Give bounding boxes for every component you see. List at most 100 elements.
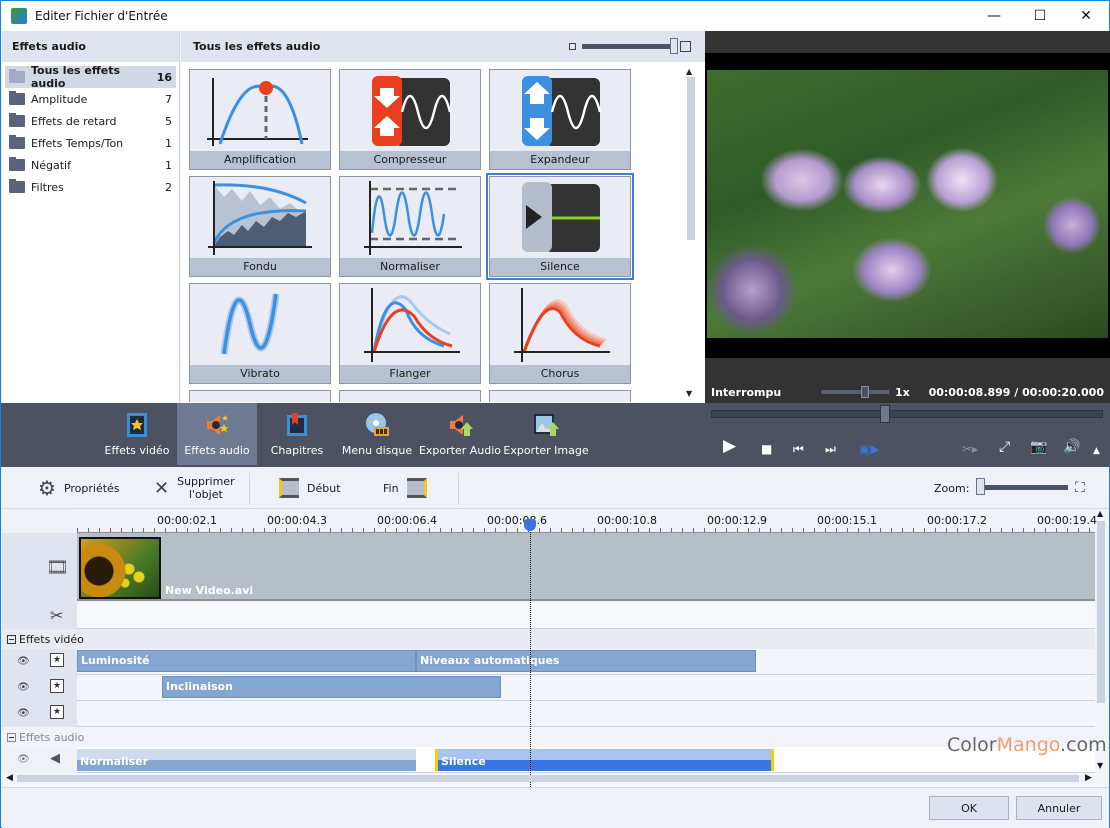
effect-tile-partial[interactable] (189, 390, 331, 402)
video-effect-track (77, 701, 1095, 727)
tile-size-thumb[interactable] (670, 38, 678, 54)
effect-tile-amplification[interactable]: Amplification (189, 69, 331, 170)
tile-size-slider[interactable] (569, 38, 691, 54)
effect-tile-vibrato[interactable]: Vibrato (189, 283, 331, 384)
snapshot-icon[interactable]: 📷 (1030, 440, 1047, 454)
effect-tile-flanger[interactable]: Flanger (339, 283, 481, 384)
category-amplitude[interactable]: Amplitude 7 (5, 88, 176, 110)
small-size-icon (569, 43, 576, 50)
effect-tile-expander[interactable]: Expandeur (489, 69, 631, 170)
eye-icon[interactable]: 👁 (17, 656, 33, 667)
speed-slider-thumb[interactable] (861, 386, 869, 398)
watermark-part: Mango (996, 734, 1061, 756)
ok-button[interactable]: OK (929, 796, 1009, 820)
category-label: Effets de retard (31, 114, 117, 128)
category-negative[interactable]: Négatif 1 (5, 154, 176, 176)
cancel-button[interactable]: Annuler (1016, 796, 1102, 820)
category-label: Filtres (31, 180, 64, 194)
effect-bar-tilt[interactable]: Inclinaison (162, 676, 501, 698)
seek-bar[interactable] (711, 405, 1103, 423)
scroll-right-icon[interactable]: ▶ (1085, 773, 1092, 783)
tab-export-audio[interactable]: Exporter Audio (417, 403, 503, 465)
delete-object-button[interactable]: ✕ Supprimer l'objet (154, 467, 235, 509)
effect-tile-partial[interactable] (489, 390, 631, 402)
export-image-icon (534, 414, 559, 436)
effect-tile-normalize[interactable]: Normaliser (339, 176, 481, 277)
watermark-part: Color (947, 734, 997, 756)
categories-panel: Effets audio Tous les effets audio 16 Am… (2, 31, 180, 403)
tile-size-track[interactable] (582, 38, 678, 54)
category-delay-effects[interactable]: Effets de retard 5 (5, 110, 176, 132)
fullscreen-icon[interactable]: ⤢ (999, 440, 1010, 454)
folder-icon (9, 91, 25, 105)
timeline: 00:00:02.1 00:00:04.3 00:00:06.4 00:00:0… (2, 509, 1109, 787)
volume-icon[interactable]: 🔊 (1063, 440, 1080, 454)
cut-play-icon[interactable]: ✂▸ (962, 442, 978, 456)
tab-audio-effects[interactable]: Effets audio (177, 403, 257, 465)
fit-timeline-icon[interactable]: ⛶ (1075, 480, 1085, 496)
effects-scroll-thumb[interactable] (687, 77, 695, 240)
seek-thumb[interactable] (880, 405, 890, 423)
scroll-up-icon[interactable]: ▲ (1097, 509, 1103, 518)
scroll-up-icon[interactable]: ▲ (686, 67, 692, 76)
effect-tile-chorus[interactable]: Chorus (489, 283, 631, 384)
scroll-down-icon[interactable]: ▼ (1097, 761, 1103, 770)
effect-bar-normalize[interactable]: Normaliser (77, 749, 416, 771)
tab-disc-menu[interactable]: Menu disque (337, 403, 417, 465)
speed-slider[interactable] (821, 386, 889, 398)
effect-tile-partial[interactable] (339, 390, 481, 402)
maximize-button[interactable]: ☐ (1017, 1, 1063, 31)
vibrato-icon (220, 293, 280, 355)
category-all-audio-effects[interactable]: Tous les effets audio 16 (5, 64, 176, 90)
effect-tile-fade[interactable]: Fondu (189, 176, 331, 277)
video-effects-group-header[interactable]: Effets vidéo (2, 629, 1095, 649)
next-frame-icon[interactable]: ⏭ (825, 442, 836, 456)
timeline-horizontal-scrollbar[interactable] (17, 775, 1079, 782)
time-display: 00:00:08.899 / 00:00:20.000 (928, 385, 1104, 399)
effect-label: Expandeur (490, 151, 630, 169)
scroll-down-icon[interactable]: ▼ (686, 389, 692, 398)
timeline-ruler[interactable]: 00:00:02.1 00:00:04.3 00:00:06.4 00:00:0… (77, 509, 1097, 533)
zoom-slider-thumb[interactable] (976, 478, 985, 495)
tab-chapters[interactable]: Chapitres (257, 403, 337, 465)
properties-button[interactable]: ⚙ Propriétés (38, 467, 120, 509)
effects-scrollbar[interactable]: ▲ ▼ (686, 67, 695, 398)
play-icon[interactable]: ▶ (723, 438, 736, 455)
eye-icon[interactable]: 👁 (17, 754, 33, 765)
eye-icon[interactable]: 👁 (17, 682, 33, 693)
start-marker-icon (279, 478, 299, 498)
end-marker-icon (406, 478, 427, 498)
category-filters[interactable]: Filtres 2 (5, 176, 176, 198)
close-button[interactable]: ✕ (1063, 1, 1109, 31)
clip-thumbnail (79, 537, 161, 599)
effect-bar-brightness[interactable]: Luminosité (77, 650, 416, 672)
tab-export-image[interactable]: Exporter Image (503, 403, 589, 465)
normalize-icon (364, 181, 462, 255)
ruler-label: 00:00:19.4 (1037, 514, 1097, 527)
scroll-left-icon[interactable]: ◀ (6, 773, 13, 783)
minimize-button[interactable]: — (971, 1, 1017, 31)
set-end-button[interactable]: Fin (383, 467, 427, 509)
ruler-label: 00:00:06.4 (377, 514, 437, 527)
audio-effects-group-header[interactable]: Effets audio (2, 727, 1095, 747)
category-tempo-pitch[interactable]: Effets Temps/Ton 1 (5, 132, 176, 154)
cut-track[interactable] (77, 603, 1095, 629)
play-selection-icon[interactable]: ▣▶ (859, 442, 880, 456)
effect-tile-silence[interactable]: Silence (486, 173, 634, 280)
tab-video-effects[interactable]: Effets vidéo (97, 403, 177, 465)
set-start-button[interactable]: Début (279, 467, 341, 509)
stop-icon[interactable]: ■ (761, 442, 772, 456)
video-clip[interactable]: New Video.avi (77, 533, 1095, 601)
more-options-icon[interactable]: ▲ (1093, 444, 1100, 458)
timeline-vscroll-thumb[interactable] (1097, 521, 1105, 703)
previous-frame-icon[interactable]: ⏮ (793, 442, 804, 456)
effect-tile-compressor[interactable]: Compresseur (339, 69, 481, 170)
effect-bar-auto-levels[interactable]: Niveaux automatiques (416, 650, 756, 672)
collapse-icon[interactable] (7, 634, 16, 644)
playhead-handle[interactable] (524, 519, 536, 531)
collapse-icon[interactable] (7, 732, 16, 742)
playback-status: Interrompu (711, 385, 782, 399)
effect-bar-silence[interactable]: Silence (435, 749, 774, 771)
zoom-slider[interactable] (976, 478, 1068, 495)
eye-icon[interactable]: 👁 (17, 708, 33, 719)
